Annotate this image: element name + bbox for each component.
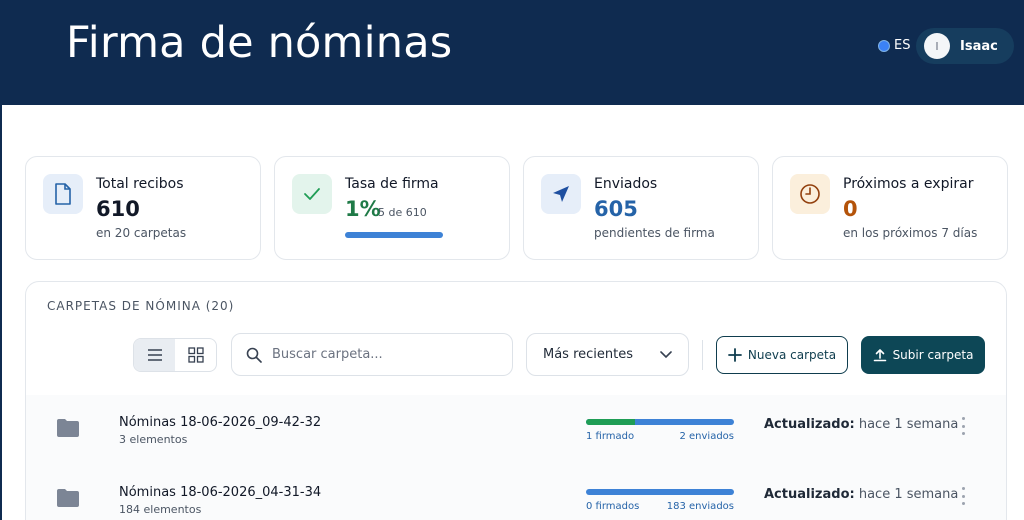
more-options-icon[interactable] xyxy=(956,415,970,437)
folder-item-count: 184 elementos xyxy=(119,503,202,516)
globe-icon xyxy=(878,39,890,52)
table-row[interactable]: Nóminas 18-06-2026_04-31-34 184 elemento… xyxy=(26,472,1006,520)
stat-card-total-receipts: Total recibos 610 en 20 carpetas xyxy=(25,156,261,260)
stat-value: 1% xyxy=(345,197,381,221)
upload-icon xyxy=(873,349,886,362)
chevron-down-icon xyxy=(660,350,672,358)
updated-value: hace 1 semana xyxy=(858,417,959,432)
user-menu[interactable]: I Isaac xyxy=(916,28,1014,64)
grid-icon xyxy=(187,347,204,363)
folder-search xyxy=(231,333,513,376)
toolbar-divider xyxy=(702,340,703,370)
sort-label: Más recientes xyxy=(543,347,634,362)
upload-folder-button[interactable]: Subir carpeta xyxy=(861,336,985,374)
folder-name: Nóminas 18-06-2026_09-42-32 xyxy=(119,415,322,430)
stat-label: Total recibos xyxy=(96,176,184,192)
folder-name: Nóminas 18-06-2026_04-31-34 xyxy=(119,485,322,500)
language-code: ES xyxy=(894,38,911,53)
signature-progress-bar xyxy=(345,232,443,238)
clock-icon xyxy=(790,174,830,214)
stat-subtext: en los próximos 7 días xyxy=(843,226,978,240)
send-icon xyxy=(541,174,581,214)
updated-value: hace 1 semana xyxy=(858,487,959,502)
folder-icon xyxy=(57,489,79,507)
check-icon xyxy=(292,174,332,214)
page-title: Firma de nóminas xyxy=(66,18,453,68)
signed-count: 0 firmados xyxy=(586,501,640,512)
folder-progress-bar xyxy=(586,489,734,495)
user-name: Isaac xyxy=(960,38,998,54)
folder-progress-bar xyxy=(586,419,734,425)
plus-icon xyxy=(728,348,742,362)
stat-label: Tasa de firma xyxy=(345,176,439,192)
stat-value: 0 xyxy=(843,197,858,221)
sent-count: 183 enviados xyxy=(666,501,734,512)
updated-label: Actualizado: xyxy=(764,487,855,502)
search-icon xyxy=(246,347,262,363)
document-icon xyxy=(43,174,83,214)
new-folder-label: Nueva carpeta xyxy=(747,348,837,362)
list-view-button[interactable] xyxy=(134,339,175,371)
folder-item-count: 3 elementos xyxy=(119,433,188,446)
view-mode-toggle xyxy=(133,338,217,372)
sent-count: 2 enviados xyxy=(679,431,734,442)
stat-subtext: pendientes de firma xyxy=(594,226,715,240)
grid-view-button[interactable] xyxy=(175,339,216,371)
search-input[interactable] xyxy=(272,347,492,362)
signed-progress-fill xyxy=(586,419,635,425)
upload-folder-label: Subir carpeta xyxy=(892,348,974,362)
language-selector[interactable]: ES xyxy=(878,38,910,53)
signed-count: 1 firmado xyxy=(586,431,635,442)
stat-card-sent: Enviados 605 pendientes de firma xyxy=(523,156,759,260)
folder-icon xyxy=(57,419,79,437)
updated-label: Actualizado: xyxy=(764,417,855,432)
new-folder-button[interactable]: Nueva carpeta xyxy=(716,336,848,374)
updated-info: Actualizado: hace 1 semana xyxy=(764,417,958,432)
folders-panel-title: CARPETAS DE NÓMINA (20) xyxy=(47,299,235,313)
table-row[interactable]: Nóminas 18-06-2026_09-42-32 3 elementos … xyxy=(26,402,1006,468)
list-icon xyxy=(147,349,162,361)
stat-value: 605 xyxy=(594,197,638,221)
avatar: I xyxy=(924,33,950,59)
sort-select[interactable]: Más recientes xyxy=(526,333,689,376)
stat-value: 610 xyxy=(96,197,140,221)
stat-label: Próximos a expirar xyxy=(843,176,974,192)
stat-label: Enviados xyxy=(594,176,658,192)
left-border xyxy=(0,105,2,520)
stat-card-signature-rate: Tasa de firma 1% 5 de 610 xyxy=(274,156,510,260)
more-options-icon[interactable] xyxy=(956,485,970,507)
updated-info: Actualizado: hace 1 semana xyxy=(764,487,958,502)
stat-detail: 5 de 610 xyxy=(378,206,427,219)
stat-subtext: en 20 carpetas xyxy=(96,226,187,240)
stat-card-expiring: Próximos a expirar 0 en los próximos 7 d… xyxy=(772,156,1008,260)
